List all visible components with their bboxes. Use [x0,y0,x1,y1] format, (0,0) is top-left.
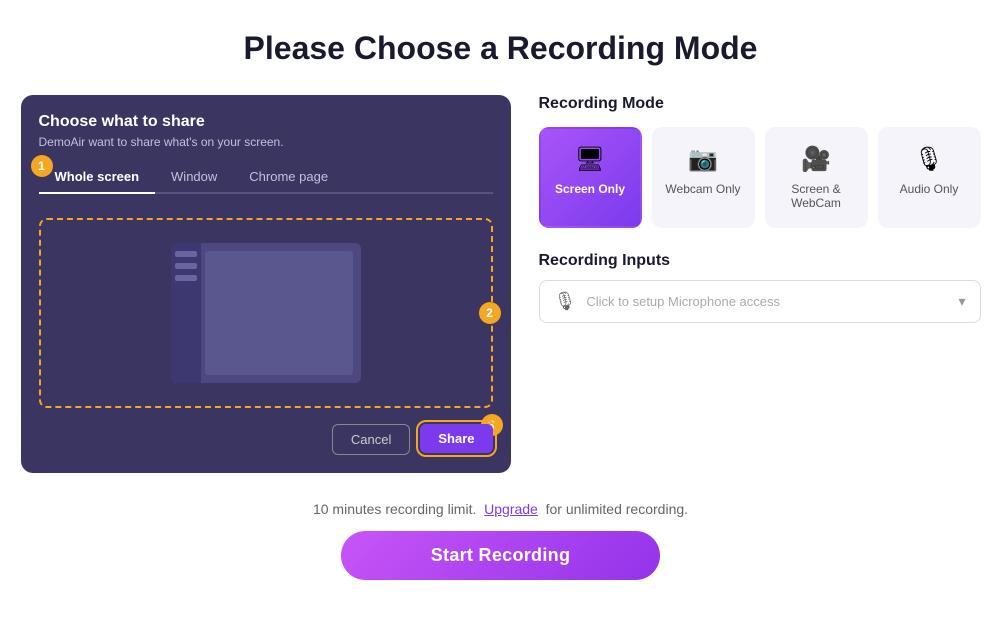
tab-whole-screen[interactable]: Whole screen [39,163,156,192]
page-title: Please Choose a Recording Mode [244,30,758,67]
preview-main-area [205,251,353,375]
mode-card-webcam-only[interactable]: 📷 Webcam Only [652,127,755,228]
share-dialog-subtitle: DemoAir want to share what's on your scr… [39,135,493,149]
step2-badge: 2 [479,302,501,324]
mode-card-screen-only[interactable]: 🖥 Screen Only [539,127,642,228]
share-dialog-title: Choose what to share [39,113,493,131]
mic-icon: 🎙 [554,291,577,312]
recording-mode-label: Recording Mode [539,95,981,113]
cancel-button[interactable]: Cancel [332,424,410,455]
share-dialog: Choose what to share DemoAir want to sha… [21,95,511,473]
sidebar-line-3 [175,275,197,281]
start-recording-button[interactable]: Start Recording [341,531,661,580]
upgrade-link[interactable]: Upgrade [484,501,538,517]
webcam-only-icon: 📷 [688,145,718,174]
preview-sidebar [171,243,201,383]
screen-webcam-icon: 🎥 [801,145,831,174]
mic-dropdown-text: Click to setup Microphone access [586,294,948,309]
tab-window[interactable]: Window [155,163,233,192]
right-panel: Recording Mode 🖥 Screen Only 📷 Webcam On… [539,95,981,323]
screen-preview-area: 2 [39,218,493,408]
audio-only-label: Audio Only [900,182,959,196]
recording-inputs-label: Recording Inputs [539,252,981,270]
mode-card-audio-only[interactable]: 🎙 Audio Only [878,127,981,228]
limit-text: 10 minutes recording limit. Upgrade for … [313,501,688,517]
audio-only-icon: 🎙 [914,145,944,174]
limit-text-after: for unlimited recording. [546,501,688,517]
chevron-down-icon: ▾ [958,293,965,310]
sidebar-line-2 [175,263,197,269]
mode-card-screen-webcam[interactable]: 🎥 Screen & WebCam [765,127,868,228]
tabs-row: Whole screen Window Chrome page [39,163,493,194]
dialog-actions: Cancel 3 Share [39,424,493,455]
webcam-only-label: Webcam Only [665,182,740,196]
screen-only-label: Screen Only [555,182,625,196]
share-button[interactable]: Share [420,424,492,453]
recording-modes-list: 🖥 Screen Only 📷 Webcam Only 🎥 Screen & W… [539,127,981,228]
sidebar-line-1 [175,251,197,257]
limit-text-before: 10 minutes recording limit. [313,501,476,517]
microphone-dropdown[interactable]: 🎙 Click to setup Microphone access ▾ [539,280,981,323]
bottom-section: 10 minutes recording limit. Upgrade for … [313,501,688,580]
main-content: Choose what to share DemoAir want to sha… [21,95,981,473]
tab-chrome-page[interactable]: Chrome page [233,163,344,192]
screen-preview-mockup [171,243,361,383]
screen-only-icon: 🖥 [575,145,605,174]
screen-webcam-label: Screen & WebCam [777,182,856,210]
